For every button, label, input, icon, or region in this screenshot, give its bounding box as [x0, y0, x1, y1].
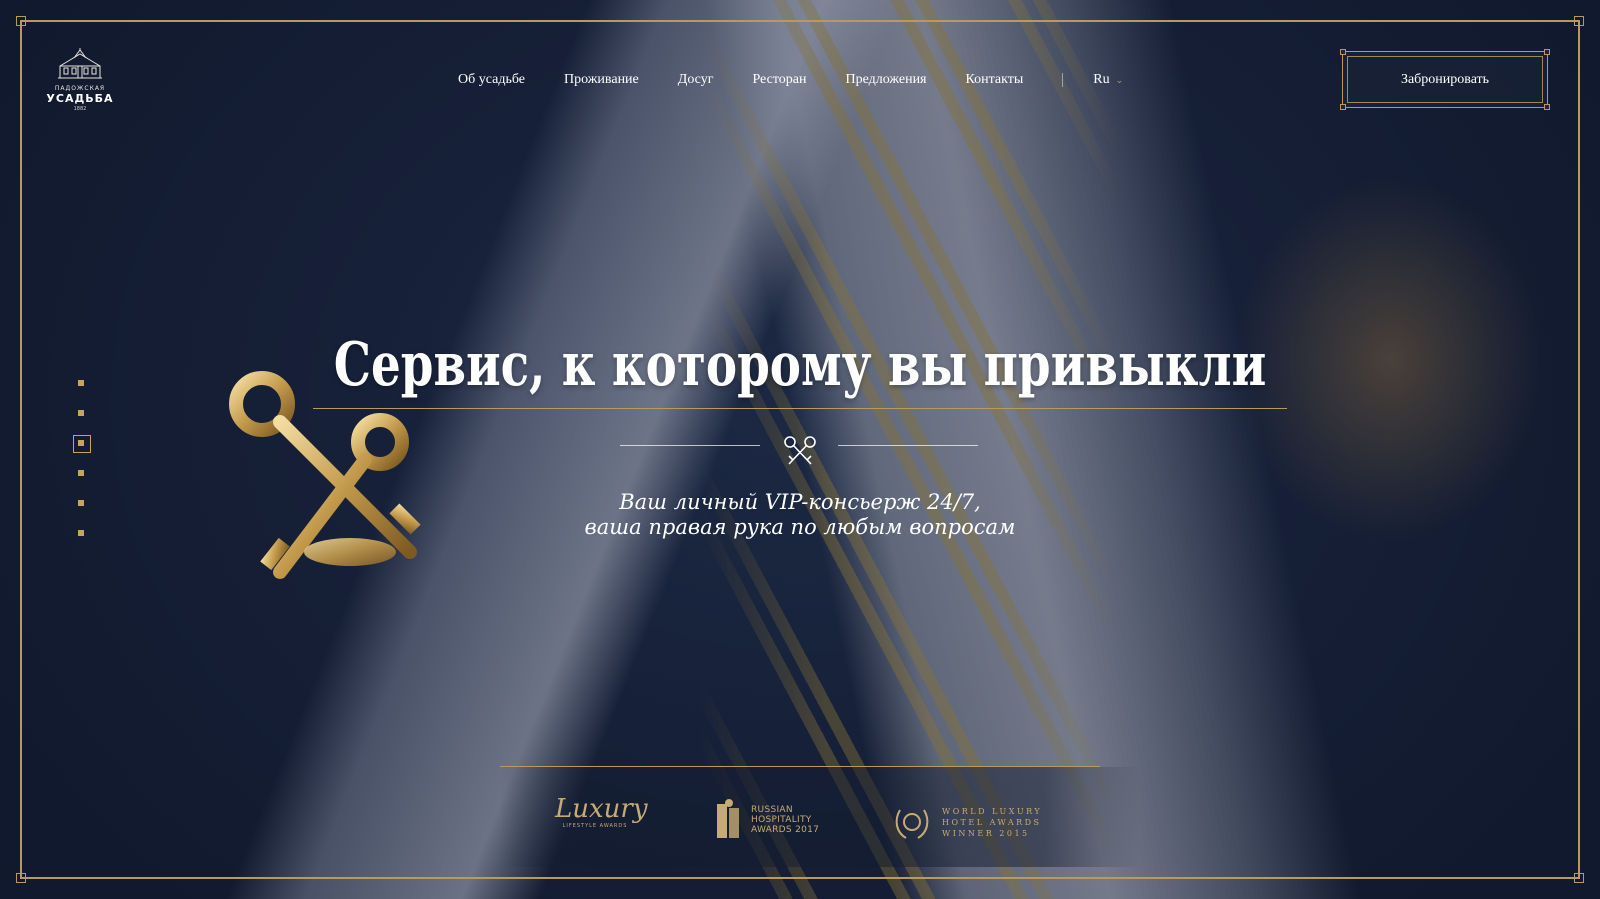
award-luxury-name: Luxury: [555, 794, 648, 824]
hero-subtitle-line-1: Ваш личный VIP-консьерж 24/7,: [619, 490, 981, 514]
award-rha-line-1: RUSSIAN: [751, 805, 793, 815]
nav-item-accommodation[interactable]: Проживание: [564, 72, 639, 88]
site-logo[interactable]: ПАДОЖСКАЯ УСАДЬБА 1882: [46, 48, 114, 120]
award-rha-line-3: AWARDS 2017: [751, 825, 820, 835]
hero-title-underline: [313, 408, 1287, 409]
awards-panel: Luxury LIFESTYLE AWARDS RUSSIAN HOSPITAL…: [500, 767, 1140, 867]
logo-name: УСАДЬБА: [46, 92, 114, 105]
logo-caption: ПАДОЖСКАЯ: [54, 85, 106, 92]
nav-item-leisure[interactable]: Досуг: [678, 72, 714, 88]
book-button-corner: [1340, 104, 1346, 110]
award-rha-line-2: HOSPITALITY: [751, 815, 812, 825]
award-wlh-line-3: WINNER 2015: [942, 828, 1030, 838]
book-button-label: Забронировать: [1400, 71, 1490, 87]
book-button-corner: [1544, 49, 1550, 55]
wreath-icon: [895, 809, 929, 839]
nav-item-offers[interactable]: Предложения: [845, 72, 926, 88]
crossed-keys-icon: [784, 436, 816, 465]
language-selector[interactable]: Ru ⌄: [1093, 72, 1123, 88]
nav-item-restaurant[interactable]: Ресторан: [752, 72, 806, 88]
award-russian-hospitality-logo: RUSSIAN HOSPITALITY AWARDS 2017: [713, 795, 843, 845]
laurel-icon: [717, 799, 739, 838]
award-luxury-caption: LIFESTYLE AWARDS: [562, 823, 628, 829]
slide-dot-2[interactable]: [72, 398, 90, 428]
chevron-down-icon: ⌄: [1115, 74, 1124, 85]
nav-item-about[interactable]: Об усадьбе: [458, 72, 525, 88]
logo-year: 1882: [73, 106, 87, 112]
main-navigation: Об усадьбе Проживание Досуг Ресторан Пре…: [458, 70, 1123, 90]
divider-right: [838, 445, 978, 446]
slide-dot-4[interactable]: [72, 458, 90, 488]
award-wlh-line-2: HOTEL AWARDS: [942, 817, 1042, 827]
slide-dot-1[interactable]: [72, 368, 90, 398]
hero-subtitle: Ваш личный VIP-консьерж 24/7, ваша права…: [0, 490, 1600, 540]
language-label: Ru: [1093, 72, 1110, 87]
hero-subtitle-line-2: ваша правая рука по любым вопросам: [584, 515, 1016, 539]
divider-left: [620, 445, 760, 446]
nav-item-contacts[interactable]: Контакты: [966, 72, 1024, 88]
hero-title: Сервис, к которому вы привыкли: [333, 330, 1267, 400]
award-luxury-lifestyle-logo: Luxury LIFESTYLE AWARDS: [555, 794, 648, 845]
nav-divider: [1062, 73, 1064, 87]
book-button-corner: [1544, 104, 1550, 110]
award-wlh-line-1: WORLD LUXURY: [942, 806, 1043, 816]
award-world-luxury-hotel-logo: WORLD LUXURY HOTEL AWARDS WINNER 2015: [892, 799, 1052, 845]
manor-logo-icon: [58, 48, 102, 79]
book-button[interactable]: Забронировать: [1340, 49, 1550, 110]
slide-dot-3-active[interactable]: [72, 428, 91, 458]
book-button-corner: [1340, 49, 1346, 55]
